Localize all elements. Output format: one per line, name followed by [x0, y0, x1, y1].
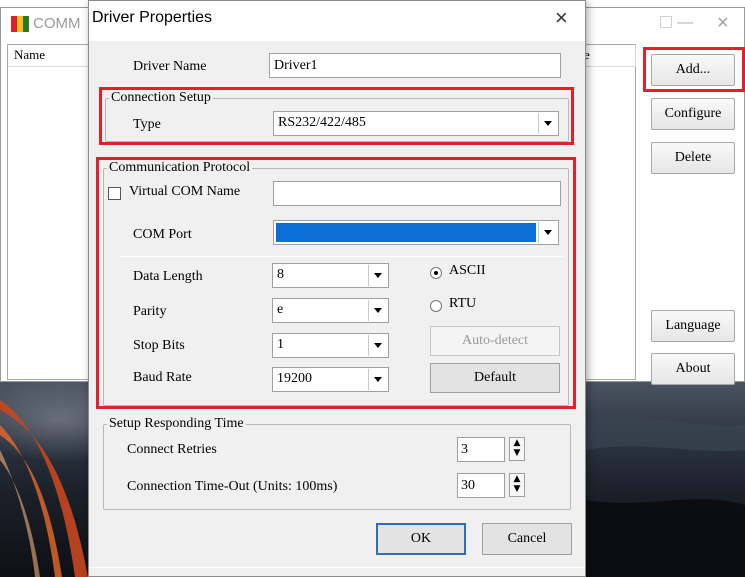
language-button[interactable]: Language: [651, 310, 735, 342]
close-icon[interactable]: ×: [555, 5, 568, 31]
timeout-label: Connection Time-Out (Units: 100ms): [127, 479, 338, 494]
driver-name-value: Driver1: [274, 58, 318, 73]
connect-retries-spinner[interactable]: ▲ ▼: [509, 437, 525, 461]
column-header-label: Name: [14, 47, 46, 62]
column-header-name[interactable]: Name: [8, 45, 98, 67]
timeout-spinner[interactable]: ▲ ▼: [509, 473, 525, 497]
connect-retries-value: 3: [461, 442, 468, 457]
spin-down-icon[interactable]: ▼: [510, 448, 524, 458]
close-icon[interactable]: ×: [717, 12, 729, 35]
cancel-button[interactable]: Cancel: [482, 523, 572, 555]
configure-button[interactable]: Configure: [651, 98, 735, 130]
timeout-input[interactable]: 30: [457, 473, 505, 498]
column-header-type[interactable]: e: [578, 45, 636, 67]
spin-down-icon[interactable]: ▼: [510, 484, 524, 494]
ok-label: OK: [410, 531, 432, 546]
dialog-titlebar: Driver Properties ×: [89, 1, 585, 41]
timeout-value: 30: [461, 478, 475, 493]
responding-time-title: Setup Responding Time: [107, 416, 246, 432]
delete-button-label: Delete: [674, 150, 712, 165]
spin-up-icon[interactable]: ▲: [510, 474, 524, 484]
delete-button[interactable]: Delete: [651, 142, 735, 174]
highlight-connection-setup: [99, 87, 574, 145]
divider: [89, 567, 585, 568]
driver-name-input[interactable]: Driver1: [269, 53, 561, 78]
dialog-title: Driver Properties: [92, 9, 213, 26]
maximize-icon[interactable]: [660, 16, 672, 28]
spin-up-icon[interactable]: ▲: [510, 438, 524, 448]
configure-button-label: Configure: [664, 106, 722, 121]
about-button-label: About: [675, 361, 711, 376]
language-button-label: Language: [665, 318, 721, 333]
connect-retries-input[interactable]: 3: [457, 437, 505, 462]
highlight-communication-protocol: [96, 157, 576, 409]
highlight-add-button: [643, 47, 745, 92]
main-window-title: COMM: [33, 15, 81, 32]
ok-button[interactable]: OK: [376, 523, 466, 555]
connect-retries-label: Connect Retries: [127, 442, 217, 457]
cancel-label: Cancel: [507, 531, 547, 546]
driver-name-label: Driver Name: [133, 59, 207, 74]
minimize-icon[interactable]: —: [677, 14, 693, 32]
about-button[interactable]: About: [651, 353, 735, 385]
divider: [647, 296, 739, 297]
app-logo-icon: [11, 16, 29, 32]
